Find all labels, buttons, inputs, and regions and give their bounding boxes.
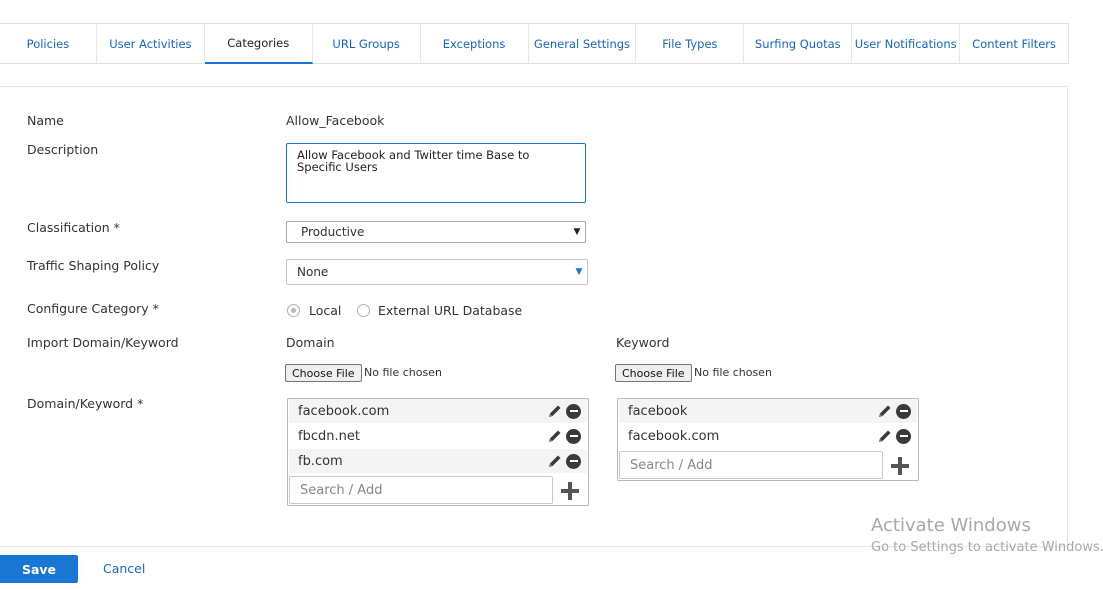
save-button[interactable]: Save bbox=[0, 555, 78, 583]
chevron-down-icon: ▼ bbox=[575, 267, 583, 277]
pencil-icon[interactable] bbox=[547, 453, 563, 469]
minus-circle-icon[interactable] bbox=[896, 428, 911, 444]
domain-choose-file-button[interactable]: Choose File bbox=[285, 364, 362, 382]
activation-watermark-subtitle: Go to Settings to activate Windows. bbox=[871, 540, 1103, 555]
classification-label: Classification * bbox=[27, 220, 120, 235]
import-label: Import Domain/Keyword bbox=[27, 335, 179, 350]
list-item: facebook bbox=[619, 399, 917, 423]
name-value: Allow_Facebook bbox=[286, 113, 385, 128]
tab-policies[interactable]: Policies bbox=[0, 24, 97, 64]
keyword-choose-file-button[interactable]: Choose File bbox=[615, 364, 692, 382]
tab-general-settings[interactable]: General Settings bbox=[529, 24, 637, 64]
list-item: facebook.com bbox=[289, 399, 587, 423]
domain-heading: Domain bbox=[286, 335, 335, 350]
tab-url-groups[interactable]: URL Groups bbox=[313, 24, 421, 64]
keyword-list: facebook facebook.com bbox=[617, 398, 919, 481]
radio-external-label: External URL Database bbox=[378, 303, 523, 318]
keyword-item-text: facebook bbox=[628, 403, 688, 419]
cancel-link[interactable]: Cancel bbox=[103, 561, 145, 576]
radio-local[interactable] bbox=[287, 304, 300, 317]
description-label: Description bbox=[27, 142, 99, 157]
radio-selected-dot bbox=[291, 308, 296, 313]
description-textarea[interactable]: Allow Facebook and Twitter time Base to … bbox=[286, 143, 586, 203]
traffic-shaping-value: None bbox=[297, 265, 329, 279]
tab-user-notifications[interactable]: User Notifications bbox=[852, 24, 961, 64]
name-label: Name bbox=[27, 113, 64, 128]
domain-item-text: fb.com bbox=[298, 453, 343, 469]
configure-category-label: Configure Category * bbox=[27, 301, 159, 316]
domain-item-text: fbcdn.net bbox=[298, 428, 360, 444]
minus-circle-icon[interactable] bbox=[566, 453, 581, 469]
traffic-shaping-label: Traffic Shaping Policy bbox=[27, 258, 160, 273]
domain-keyword-label: Domain/Keyword * bbox=[27, 396, 144, 411]
tab-exceptions[interactable]: Exceptions bbox=[421, 24, 529, 64]
classification-select[interactable]: Productive ▼ bbox=[286, 221, 586, 243]
pencil-icon[interactable] bbox=[877, 428, 893, 444]
minus-circle-icon[interactable] bbox=[566, 428, 581, 444]
chevron-down-icon: ▼ bbox=[573, 227, 581, 237]
keyword-item-text: facebook.com bbox=[628, 428, 720, 444]
pencil-icon[interactable] bbox=[547, 403, 563, 419]
tab-user-activities[interactable]: User Activities bbox=[97, 24, 205, 64]
plus-icon[interactable] bbox=[560, 481, 580, 501]
traffic-shaping-select[interactable]: None ▼ bbox=[286, 259, 588, 285]
list-item: fb.com bbox=[289, 449, 587, 473]
tab-file-types[interactable]: File Types bbox=[636, 24, 745, 64]
tab-content-filters[interactable]: Content Filters bbox=[960, 24, 1068, 64]
minus-circle-icon[interactable] bbox=[566, 403, 581, 419]
minus-circle-icon[interactable] bbox=[896, 403, 911, 419]
pencil-icon[interactable] bbox=[877, 403, 893, 419]
pencil-icon[interactable] bbox=[547, 428, 563, 444]
domain-item-text: facebook.com bbox=[298, 403, 390, 419]
domain-file-status: No file chosen bbox=[364, 366, 442, 379]
tab-surfing-quotas[interactable]: Surfing Quotas bbox=[744, 24, 853, 64]
radio-local-label: Local bbox=[309, 303, 342, 318]
classification-value: Productive bbox=[301, 225, 365, 239]
activation-watermark-title: Activate Windows bbox=[871, 515, 1031, 536]
radio-external-url-database[interactable] bbox=[357, 304, 370, 317]
domain-search-input[interactable] bbox=[289, 476, 553, 504]
list-item: facebook.com bbox=[619, 424, 917, 448]
plus-icon[interactable] bbox=[890, 456, 910, 476]
keyword-file-status: No file chosen bbox=[694, 366, 772, 379]
keyword-heading: Keyword bbox=[616, 335, 670, 350]
tab-bar: Policies User Activities Categories URL … bbox=[0, 23, 1069, 64]
domain-list: facebook.com fbcdn.net fb.com bbox=[287, 398, 589, 506]
keyword-search-input[interactable] bbox=[619, 451, 883, 479]
list-item: fbcdn.net bbox=[289, 424, 587, 448]
tab-categories[interactable]: Categories bbox=[204, 24, 313, 64]
